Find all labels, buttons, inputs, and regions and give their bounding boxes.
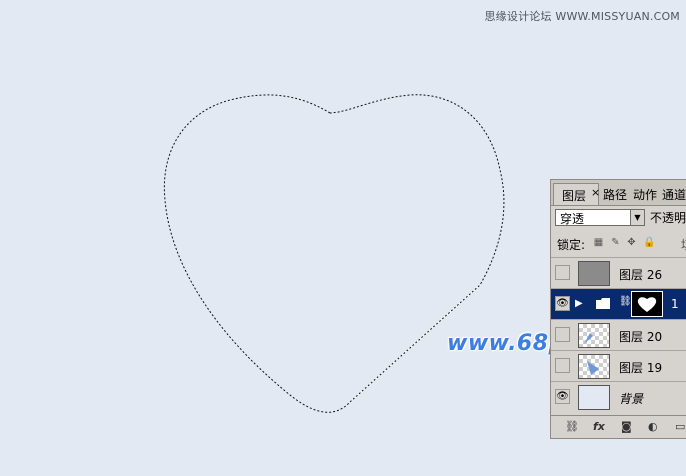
layer-name: 1 xyxy=(671,297,679,311)
eye-icon[interactable]: 👁 xyxy=(555,296,570,311)
layer-content-icon xyxy=(587,361,599,375)
adjustment-icon[interactable]: ◐ xyxy=(648,420,658,433)
tab-layers-label: 图层 xyxy=(562,189,587,203)
layer-thumbnail xyxy=(578,385,610,410)
layer-thumbnail xyxy=(578,323,610,348)
chevron-down-icon[interactable]: ▼ xyxy=(630,210,644,225)
blend-mode-value: 穿透 xyxy=(560,212,585,226)
tab-channels[interactable]: 通道 xyxy=(662,186,686,203)
fill-label: 填 xyxy=(681,236,686,253)
lock-label: 锁定: xyxy=(557,238,586,252)
opacity-label: 不透明 xyxy=(650,211,686,225)
layer-row[interactable]: 图层 19 xyxy=(551,350,686,381)
layers-panel: 图层 × 路径 动作 通道 穿透 ▼ 不透明 锁定: ▦ ✎ ✥ 🔒 填 图层 … xyxy=(550,179,686,439)
tab-paths[interactable]: 路径 xyxy=(603,186,627,203)
lock-row: 锁定: ▦ ✎ ✥ 🔒 填 xyxy=(557,236,686,252)
panel-bottom-toolbar: ⛓ fx ◙ ◐ ▭ xyxy=(551,415,686,438)
layer-row[interactable]: 图层 26 xyxy=(551,257,686,288)
visibility-toggle[interactable] xyxy=(555,327,570,342)
panel-tab-bar: 图层 × 路径 动作 通道 xyxy=(551,180,686,206)
group-expand-icon[interactable]: ▶ xyxy=(575,298,583,309)
layer-thumbnail xyxy=(578,354,610,379)
tab-actions[interactable]: 动作 xyxy=(633,186,657,203)
visibility-toggle[interactable] xyxy=(555,265,570,280)
lock-transparency-icon[interactable]: ▦ xyxy=(593,237,604,248)
blend-mode-select[interactable]: 穿透 ▼ xyxy=(555,209,645,226)
lock-brush-icon[interactable]: ✎ xyxy=(610,237,621,248)
eye-icon[interactable]: 👁 xyxy=(555,389,570,404)
layer-name: 图层 20 xyxy=(619,330,663,344)
fx-icon[interactable]: fx xyxy=(593,420,605,433)
link-layers-icon[interactable]: ⛓ xyxy=(565,420,579,433)
visibility-toggle[interactable] xyxy=(555,358,570,373)
link-icon: ⛓ xyxy=(619,296,632,307)
layer-thumbnail xyxy=(578,261,610,286)
heart-selection-marquee xyxy=(163,94,505,413)
layer-content-icon xyxy=(584,333,593,344)
layer-row[interactable]: 图层 20 xyxy=(551,319,686,350)
folder-icon[interactable]: ▭ xyxy=(675,420,685,433)
tab-layers[interactable]: 图层 × xyxy=(553,183,600,205)
layer-name: 背景 xyxy=(619,392,644,406)
layer-name: 图层 19 xyxy=(619,361,663,375)
mask-thumbnail xyxy=(631,291,663,317)
heart-icon xyxy=(637,297,657,312)
folder-icon xyxy=(596,298,610,309)
mask-icon[interactable]: ◙ xyxy=(621,420,632,433)
site-credit-text: 思缘设计论坛 WWW.MISSYUAN.COM xyxy=(484,10,680,23)
layer-row-background[interactable]: 👁 背景 xyxy=(551,381,686,412)
lock-position-icon[interactable]: ✥ xyxy=(626,237,637,248)
lock-all-icon[interactable]: 🔒 xyxy=(643,237,655,248)
close-icon[interactable]: × xyxy=(591,186,600,199)
layer-row-selected[interactable]: 👁 ▶ ⛓ 1 xyxy=(551,288,686,319)
layer-name: 图层 26 xyxy=(619,268,663,282)
